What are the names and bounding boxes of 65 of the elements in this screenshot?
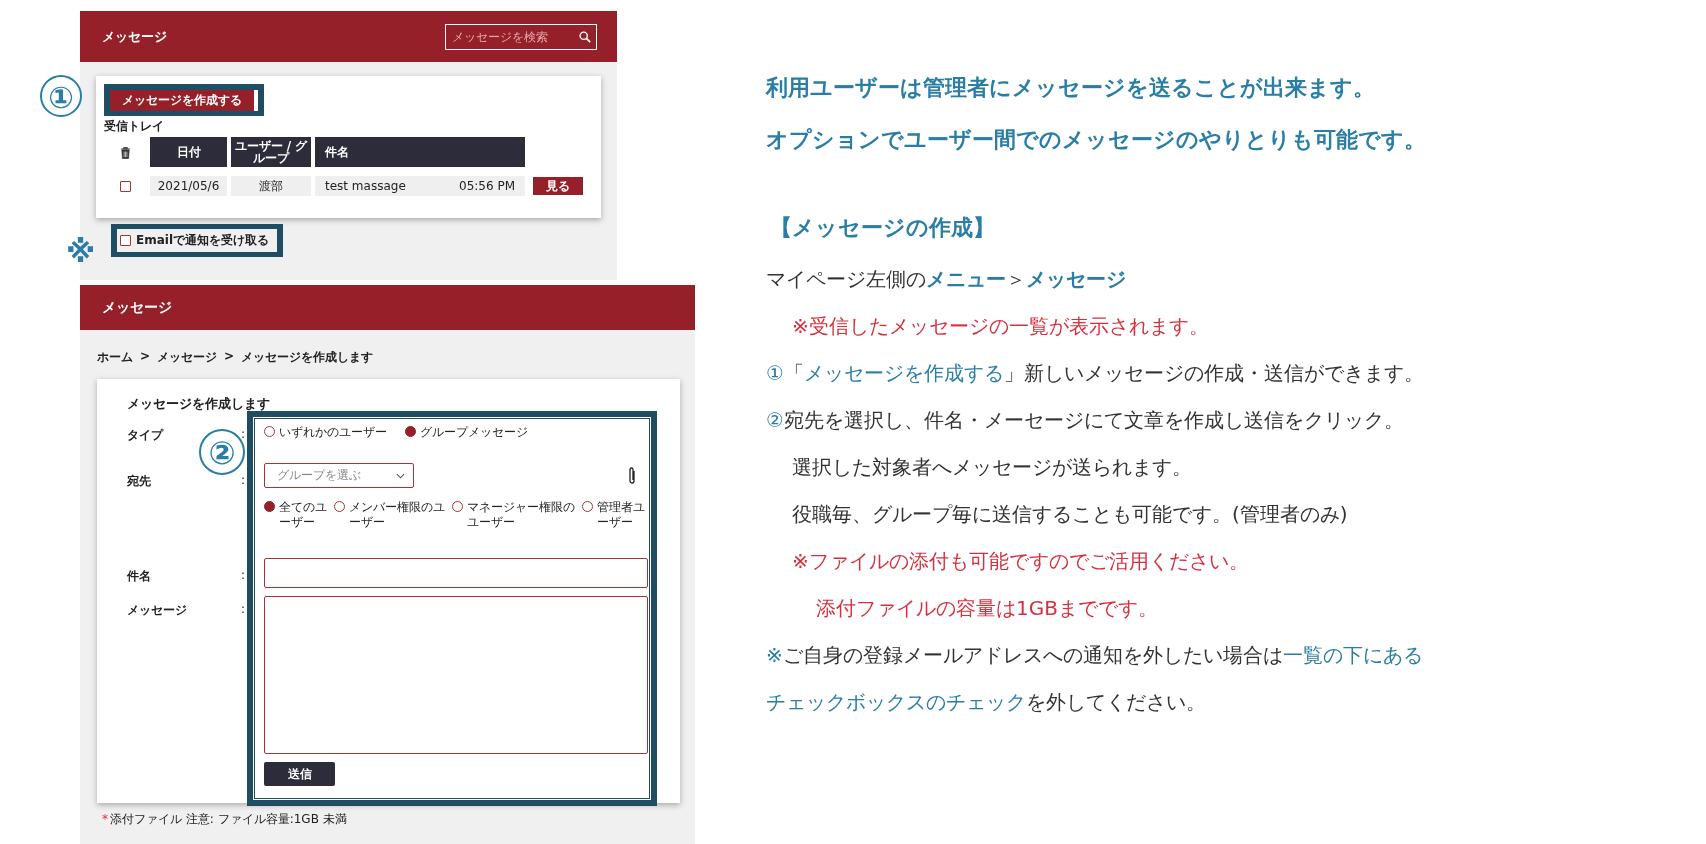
search-icon[interactable] xyxy=(579,30,591,43)
section-heading: 【メッセージの作成】 xyxy=(770,214,996,242)
search-field[interactable]: メッセージを検索 xyxy=(445,23,597,50)
intro-text: 利用ユーザーは管理者にメッセージを送ることが出来ます。 xyxy=(766,74,1376,102)
breadcrumb-link[interactable]: メッセージを作成します xyxy=(241,349,374,366)
colon-text: : xyxy=(241,568,246,582)
send-button[interactable]: 送信 xyxy=(264,762,335,786)
field-label: タイプ xyxy=(127,427,163,444)
table-cell: 渡部 xyxy=(231,176,311,196)
instruction-text: マイページ左側のメニュー＞メッセージ xyxy=(766,266,1127,293)
subject-text: test massage xyxy=(325,179,406,193)
instruction-text: ※ご自身の登録メールアドレスへの通知を外したい場合は一覧の下にある xyxy=(766,642,1424,669)
instruction-text: ※ファイルの添付も可能ですのでご活用ください。 xyxy=(791,548,1250,575)
field-label: 宛先 xyxy=(127,473,151,490)
radio-button[interactable] xyxy=(582,501,593,512)
note-mark: ※ xyxy=(66,236,96,268)
radio-label: メンバー権限のユーザー xyxy=(349,500,446,530)
checkbox-label: Emailで通知を受け取る xyxy=(136,232,270,249)
radio-label: 管理者ユーザー xyxy=(597,500,646,530)
attachment-note: * 添付ファイル 注意: ファイル容量:1GB 未満 xyxy=(101,811,348,828)
radio-button[interactable] xyxy=(452,501,463,512)
paperclip-icon[interactable] xyxy=(628,465,636,486)
email-checkbox[interactable] xyxy=(120,235,131,246)
subject-input[interactable] xyxy=(264,558,648,588)
radio-button[interactable] xyxy=(334,501,345,512)
instruction-text: ※受信したメッセージの一覧が表示されます。 xyxy=(791,313,1210,340)
column-header: 件名 xyxy=(315,137,525,167)
radio-label: グループメッセージ xyxy=(420,425,528,439)
field-label: メッセージ xyxy=(127,602,187,619)
chevron-icon xyxy=(396,472,405,479)
page-title: メッセージ xyxy=(102,298,172,317)
radio-label: マネージャー権限のユーザー xyxy=(467,500,576,530)
instruction-text: ①「メッセージを作成する」新しいメッセージの作成・送信ができます。 xyxy=(766,360,1425,387)
colon-text: : xyxy=(241,602,246,616)
colon-text: : xyxy=(241,427,246,441)
breadcrumb-separator: > xyxy=(224,349,235,365)
table-cell: 2021/05/6 xyxy=(150,176,227,196)
view-button[interactable]: 見る xyxy=(533,177,583,195)
form-title: メッセージを作成します xyxy=(127,395,271,413)
trash-icon[interactable] xyxy=(119,145,131,159)
inbox-label: 受信トレイ xyxy=(104,118,165,135)
radio-button[interactable] xyxy=(264,501,275,512)
page-title: メッセージ xyxy=(102,27,167,46)
breadcrumb-link[interactable]: ホーム xyxy=(97,349,133,366)
instruction-text: ②宛先を選択し、件名・メーセージにて文章を作成し送信をクリック。 xyxy=(766,407,1405,434)
instruction-text: 選択した対象者へメッセージが送られます。 xyxy=(791,454,1193,481)
radio-label: 全てのユーザー xyxy=(279,500,328,530)
instruction-text: チェックボックスのチェック を外してください。 xyxy=(766,689,1207,716)
column-header: 日付 xyxy=(150,137,227,167)
breadcrumb-link[interactable]: メッセージ xyxy=(157,349,218,366)
radio-button[interactable] xyxy=(264,426,275,437)
group-dropdown[interactable]: グループを選ぶ xyxy=(264,463,414,488)
row-checkbox[interactable] xyxy=(119,180,131,192)
instruction-text: 添付ファイルの容量は1GBまでです。 xyxy=(815,595,1159,622)
step-number: ① xyxy=(40,75,82,117)
breadcrumb-separator: > xyxy=(140,349,151,365)
compose-button[interactable]: メッセージを作成する xyxy=(110,90,258,111)
instruction-text: 役職毎、グループ毎に送信することも可能です。(管理者のみ) xyxy=(791,501,1349,528)
field-label: 件名 xyxy=(127,568,151,585)
column-header: ユーザー / グループ xyxy=(231,137,311,167)
time-text: 05:56 PM xyxy=(459,179,515,193)
radio-button[interactable] xyxy=(405,426,416,437)
radio-label: いずれかのユーザー xyxy=(279,425,387,439)
intro-text: オプションでユーザー間でのメッセージのやりとりも可能です。 xyxy=(766,126,1427,154)
colon-text: : xyxy=(241,473,246,487)
